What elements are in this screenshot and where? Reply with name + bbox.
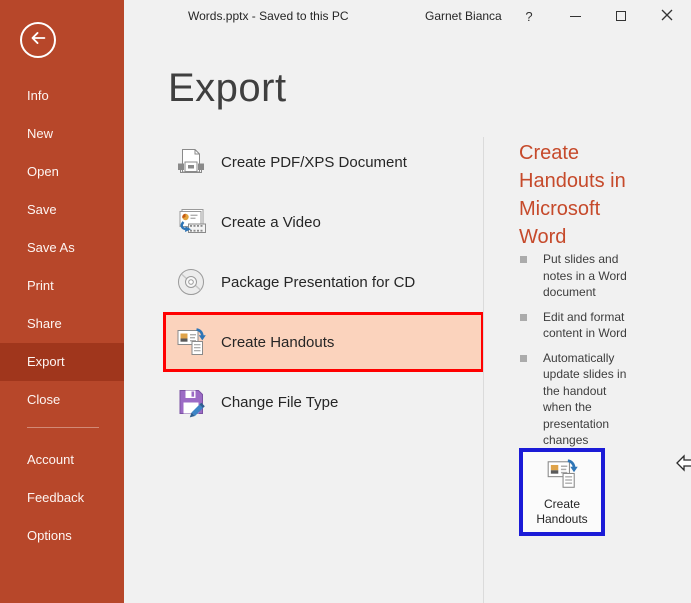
sidebar-item-open[interactable]: Open: [0, 153, 124, 191]
pdf-xps-icon: [175, 146, 207, 178]
mouse-cursor-icon: [676, 454, 691, 477]
bullet-text: Edit and format content in Word: [543, 309, 629, 342]
page-title: Export: [168, 66, 287, 111]
option-label: Create PDF/XPS Document: [221, 154, 407, 171]
bullet-text: Automatically update slides in the hando…: [543, 350, 629, 449]
powerpoint-backstage-window: Info New Open Save Save As Print Share E…: [0, 0, 691, 603]
sidebar-item-new[interactable]: New: [0, 115, 124, 153]
title-bar: Words.pptx - Saved to this PC Garnet Bia…: [124, 0, 691, 32]
file-type-icon: [175, 386, 207, 418]
create-handouts-button-label: Create Handouts: [527, 497, 597, 527]
sidebar-item-save[interactable]: Save: [0, 191, 124, 229]
cd-icon: [175, 266, 207, 298]
bullet-square-icon: [520, 256, 527, 263]
handouts-icon: [175, 326, 207, 358]
option-label: Package Presentation for CD: [221, 274, 415, 291]
sidebar-item-export[interactable]: Export: [0, 343, 124, 381]
sidebar-footer-nav: Account Feedback Options: [0, 441, 124, 555]
bullet-square-icon: [520, 355, 527, 362]
bullet-text: Put slides and notes in a Word document: [543, 251, 629, 301]
video-icon: [175, 206, 207, 238]
sidebar-item-options[interactable]: Options: [0, 517, 124, 555]
back-button[interactable]: [20, 22, 56, 58]
bullet-square-icon: [520, 314, 527, 321]
create-handouts-button[interactable]: Create Handouts: [519, 448, 605, 536]
option-create-handouts[interactable]: Create Handouts: [163, 312, 484, 372]
bullet-item: Edit and format content in Word: [519, 309, 629, 342]
document-title: Words.pptx - Saved to this PC: [188, 9, 349, 23]
export-options-list: Create PDF/XPS Document: [163, 132, 484, 432]
option-label: Create a Video: [221, 214, 321, 231]
bullet-item: Put slides and notes in a Word document: [519, 251, 629, 301]
maximize-icon: [616, 11, 626, 21]
close-icon: [661, 9, 673, 24]
sidebar-item-share[interactable]: Share: [0, 305, 124, 343]
minimize-icon: [570, 16, 581, 17]
backstage-sidebar: Info New Open Save Save As Print Share E…: [0, 0, 124, 603]
sidebar-item-feedback[interactable]: Feedback: [0, 479, 124, 517]
minimize-button[interactable]: [560, 0, 590, 32]
maximize-button[interactable]: [606, 0, 636, 32]
back-arrow-icon: [27, 27, 49, 54]
sidebar-item-account[interactable]: Account: [0, 441, 124, 479]
option-change-file-type[interactable]: Change File Type: [163, 372, 484, 432]
handouts-icon: [545, 457, 579, 491]
close-button[interactable]: [652, 0, 682, 32]
sidebar-item-save-as[interactable]: Save As: [0, 229, 124, 267]
detail-heading: Create Handouts in Microsoft Word: [519, 139, 633, 251]
option-label: Change File Type: [221, 394, 338, 411]
panel-divider: [483, 137, 484, 603]
bullet-item: Automatically update slides in the hando…: [519, 350, 629, 449]
option-create-pdf-xps[interactable]: Create PDF/XPS Document: [163, 132, 484, 192]
sidebar-item-close[interactable]: Close: [0, 381, 124, 419]
sidebar-item-info[interactable]: Info: [0, 77, 124, 115]
help-button[interactable]: ?: [514, 0, 544, 32]
sidebar-nav: Info New Open Save Save As Print Share E…: [0, 77, 124, 419]
sidebar-divider: [27, 427, 99, 428]
option-label: Create Handouts: [221, 334, 334, 351]
option-create-a-video[interactable]: Create a Video: [163, 192, 484, 252]
sidebar-item-print[interactable]: Print: [0, 267, 124, 305]
detail-bullet-list: Put slides and notes in a Word document …: [519, 251, 629, 457]
option-package-for-cd[interactable]: Package Presentation for CD: [163, 252, 484, 312]
account-user-name[interactable]: Garnet Bianca: [425, 9, 502, 23]
help-icon: ?: [525, 9, 532, 24]
